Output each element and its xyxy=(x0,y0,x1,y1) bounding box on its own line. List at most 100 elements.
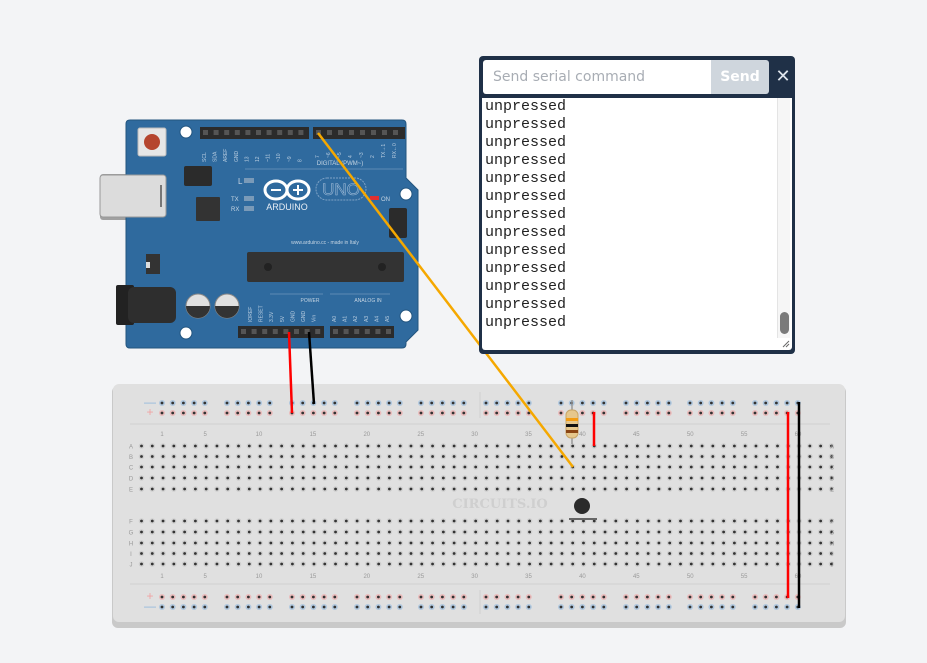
breadboard-hole-center xyxy=(776,455,779,458)
digital-pin[interactable] xyxy=(234,130,240,135)
rail-hole-center xyxy=(192,605,196,609)
digital-pin[interactable] xyxy=(203,130,208,135)
rail-hole-center xyxy=(366,595,370,599)
breadboard-hole-center xyxy=(398,476,402,480)
breadboard-hole-center xyxy=(388,530,391,534)
breadboard-hole-center xyxy=(560,530,564,534)
digital-pin[interactable] xyxy=(338,130,343,135)
rail-hole-center xyxy=(635,411,639,415)
breadboard-hole-center xyxy=(334,476,337,480)
power-pin[interactable] xyxy=(283,329,289,334)
breadboard-hole-center xyxy=(247,530,251,534)
reset-button[interactable] xyxy=(144,134,160,150)
breadboard-hole-center xyxy=(247,455,251,458)
digital-pin[interactable] xyxy=(277,130,283,135)
breadboard-hole-center xyxy=(334,541,337,545)
breadboard-hole-center xyxy=(582,530,585,534)
analog-pin[interactable] xyxy=(375,329,381,334)
power-header[interactable] xyxy=(238,326,324,338)
rail-hole-center xyxy=(430,605,434,609)
power-header-label: POWER xyxy=(301,298,320,304)
digital-pin-label: 7 xyxy=(315,155,321,158)
breadboard-hole-center xyxy=(161,562,165,566)
arduino-uno[interactable]: L TX RX ARDUINO UNO ON DIGITAL (PWM~) ww… xyxy=(99,119,419,349)
scrollbar[interactable] xyxy=(777,98,790,338)
power-pin[interactable] xyxy=(241,329,246,334)
breadboard-hole-center xyxy=(495,530,499,534)
rail-hole-center xyxy=(441,605,444,609)
close-icon[interactable]: ✕ xyxy=(773,62,793,90)
power-pin[interactable] xyxy=(272,329,278,334)
analog-header[interactable] xyxy=(330,326,394,338)
breadboard-hole-center xyxy=(506,487,510,491)
digital-pin[interactable] xyxy=(327,130,332,135)
breadboard-hole-center xyxy=(689,530,693,534)
breadboard-hole-center xyxy=(635,530,639,534)
column-number: 40 xyxy=(579,432,586,438)
digital-pin[interactable] xyxy=(371,130,376,135)
breadboard-hole-center xyxy=(323,530,327,534)
resize-handle-icon[interactable] xyxy=(782,340,790,348)
serial-command-input[interactable] xyxy=(483,60,711,94)
analog-pin[interactable] xyxy=(354,329,360,334)
rail-hole-center xyxy=(355,411,359,415)
rail-hole-center xyxy=(646,605,649,609)
digital-pin-label: GND xyxy=(234,151,240,163)
breadboard-hole-center xyxy=(301,455,305,458)
rail-hole-center xyxy=(441,411,444,415)
breadboard-hole-center xyxy=(603,519,607,523)
power-pin[interactable] xyxy=(315,329,321,334)
rail-hole-center xyxy=(731,595,735,599)
usb-port[interactable] xyxy=(99,174,167,218)
breadboard-hole-center xyxy=(431,465,434,469)
digital-pin[interactable] xyxy=(213,130,219,135)
column-number: 30 xyxy=(471,432,478,438)
breadboard-hole-center xyxy=(646,455,650,458)
digital-pin[interactable] xyxy=(245,130,251,135)
send-button[interactable]: Send xyxy=(711,60,769,94)
digital-pin[interactable] xyxy=(393,130,398,135)
digital-pin[interactable] xyxy=(224,130,230,135)
digital-pin[interactable] xyxy=(256,130,261,135)
serial-output[interactable]: unpressed unpressed unpressed unpressed unpr… xyxy=(482,98,792,350)
breadboard-hole-center xyxy=(506,465,510,469)
digital-pin[interactable] xyxy=(287,130,293,135)
rail-hole-center xyxy=(753,411,757,415)
breadboard-hole-center xyxy=(743,487,747,491)
rail-hole-center xyxy=(225,411,229,415)
breadboard[interactable]: CIRCUITS.IO — + + — A AB BC CD DE EF FG GH HI IJ J… xyxy=(112,384,846,628)
digital-pin[interactable] xyxy=(360,130,365,135)
analog-pin[interactable] xyxy=(386,329,391,334)
breadboard-hole-center xyxy=(474,541,478,545)
power-jack[interactable] xyxy=(128,287,176,323)
breadboard-hole-center xyxy=(172,519,176,523)
breadboard-hole-center xyxy=(140,519,143,523)
analog-pin[interactable] xyxy=(364,329,370,334)
digital-header-right[interactable] xyxy=(313,127,405,139)
rail-hole-center xyxy=(451,595,455,599)
pushbutton-cap[interactable] xyxy=(574,498,590,514)
breadboard-hole-center xyxy=(226,465,230,469)
breadboard-hole-center xyxy=(733,487,736,491)
breadboard-hole-center xyxy=(711,455,715,458)
row-label-right: F xyxy=(830,520,834,526)
analog-pin[interactable] xyxy=(333,329,338,334)
digital-pin[interactable] xyxy=(382,130,387,135)
analog-pin[interactable] xyxy=(343,329,349,334)
power-pin[interactable] xyxy=(294,329,299,334)
digital-pin[interactable] xyxy=(266,130,272,135)
power-pin[interactable] xyxy=(251,329,257,334)
power-pin-holes[interactable] xyxy=(241,329,391,334)
scrollbar-thumb[interactable] xyxy=(780,312,789,334)
serial-line: unpressed xyxy=(485,278,567,295)
rail-hole-center xyxy=(624,411,628,415)
digital-pin[interactable] xyxy=(298,130,304,135)
digital-pin[interactable] xyxy=(349,130,354,135)
breadboard-hole-center xyxy=(603,444,607,448)
breadboard-hole-center xyxy=(689,519,693,523)
breadboard-hole-center xyxy=(538,552,542,555)
breadboard-hole-center xyxy=(150,476,154,480)
power-pin[interactable] xyxy=(262,329,268,334)
rail-hole-center xyxy=(301,411,305,415)
rail-hole-center xyxy=(506,401,509,405)
